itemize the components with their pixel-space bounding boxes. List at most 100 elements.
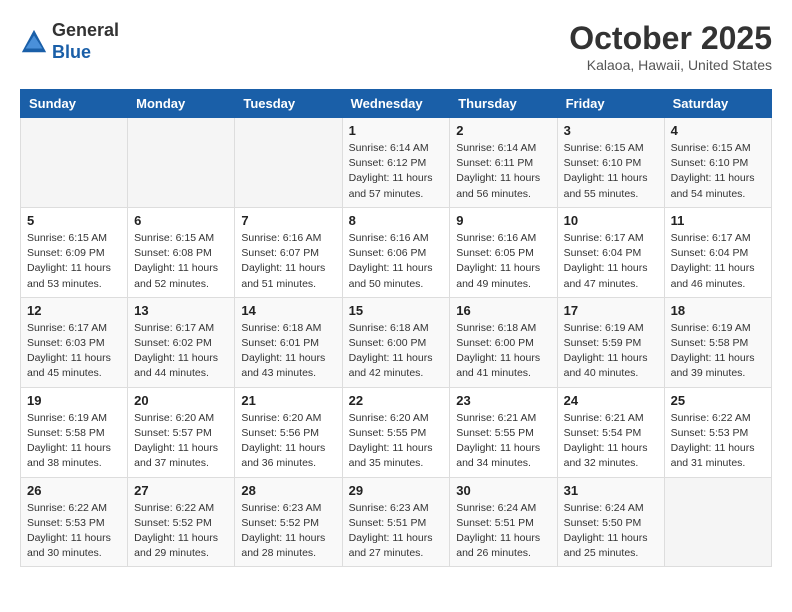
day-number: 22 [349,393,444,408]
day-info: Sunrise: 6:22 AM Sunset: 5:52 PM Dayligh… [134,501,228,562]
day-info: Sunrise: 6:18 AM Sunset: 6:00 PM Dayligh… [456,321,550,382]
day-number: 29 [349,483,444,498]
day-info: Sunrise: 6:24 AM Sunset: 5:51 PM Dayligh… [456,501,550,562]
calendar-day-cell: 27 Sunrise: 6:22 AM Sunset: 5:52 PM Dayli… [128,477,235,567]
calendar-day-cell: 12 Sunrise: 6:17 AM Sunset: 6:03 PM Dayli… [21,297,128,387]
day-info: Sunrise: 6:17 AM Sunset: 6:03 PM Dayligh… [27,321,121,382]
day-number: 21 [241,393,335,408]
calendar-day-cell [235,118,342,208]
day-info: Sunrise: 6:17 AM Sunset: 6:04 PM Dayligh… [671,231,765,292]
day-info: Sunrise: 6:16 AM Sunset: 6:05 PM Dayligh… [456,231,550,292]
day-number: 25 [671,393,765,408]
day-number: 7 [241,213,335,228]
day-info: Sunrise: 6:20 AM Sunset: 5:56 PM Dayligh… [241,411,335,472]
calendar-week-row: 1Sunrise: 6:14 AM Sunset: 6:12 PM Daylig… [21,118,772,208]
calendar-day-cell [21,118,128,208]
day-number: 19 [27,393,121,408]
day-number: 2 [456,123,550,138]
day-number: 26 [27,483,121,498]
day-info: Sunrise: 6:19 AM Sunset: 5:58 PM Dayligh… [671,321,765,382]
day-info: Sunrise: 6:22 AM Sunset: 5:53 PM Dayligh… [27,501,121,562]
day-info: Sunrise: 6:18 AM Sunset: 6:00 PM Dayligh… [349,321,444,382]
day-number: 5 [27,213,121,228]
day-number: 14 [241,303,335,318]
title-block: October 2025 Kalaoa, Hawaii, United Stat… [569,20,772,73]
calendar-day-cell: 24 Sunrise: 6:21 AM Sunset: 5:54 PM Dayli… [557,387,664,477]
day-info: Sunrise: 6:23 AM Sunset: 5:52 PM Dayligh… [241,501,335,562]
location-text: Kalaoa, Hawaii, United States [569,57,772,73]
day-number: 30 [456,483,550,498]
day-number: 18 [671,303,765,318]
calendar-day-cell: 8 Sunrise: 6:16 AM Sunset: 6:06 PM Daylig… [342,207,450,297]
day-number: 23 [456,393,550,408]
day-number: 11 [671,213,765,228]
day-number: 13 [134,303,228,318]
calendar-day-cell: 1Sunrise: 6:14 AM Sunset: 6:12 PM Daylig… [342,118,450,208]
weekday-header: Monday [128,90,235,118]
calendar-table: SundayMondayTuesdayWednesdayThursdayFrid… [20,89,772,567]
day-number: 31 [564,483,658,498]
day-number: 3 [564,123,658,138]
page-header: General Blue October 2025 Kalaoa, Hawaii… [20,20,772,73]
calendar-day-cell: 18 Sunrise: 6:19 AM Sunset: 5:58 PM Dayli… [664,297,771,387]
day-number: 1 [349,123,444,138]
weekday-header: Sunday [21,90,128,118]
calendar-day-cell: 16Sunrise: 6:18 AM Sunset: 6:00 PM Dayli… [450,297,557,387]
day-info: Sunrise: 6:24 AM Sunset: 5:50 PM Dayligh… [564,501,658,562]
calendar-day-cell: 10 Sunrise: 6:17 AM Sunset: 6:04 PM Dayli… [557,207,664,297]
calendar-day-cell: 17 Sunrise: 6:19 AM Sunset: 5:59 PM Dayli… [557,297,664,387]
calendar-day-cell: 13Sunrise: 6:17 AM Sunset: 6:02 PM Dayli… [128,297,235,387]
calendar-week-row: 5 Sunrise: 6:15 AM Sunset: 6:09 PM Daylig… [21,207,772,297]
calendar-day-cell [664,477,771,567]
weekday-header-row: SundayMondayTuesdayWednesdayThursdayFrid… [21,90,772,118]
calendar-day-cell: 25 Sunrise: 6:22 AM Sunset: 5:53 PM Dayli… [664,387,771,477]
calendar-day-cell: 22 Sunrise: 6:20 AM Sunset: 5:55 PM Dayli… [342,387,450,477]
day-info: Sunrise: 6:19 AM Sunset: 5:58 PM Dayligh… [27,411,121,472]
weekday-header: Friday [557,90,664,118]
calendar-day-cell: 14 Sunrise: 6:18 AM Sunset: 6:01 PM Dayli… [235,297,342,387]
weekday-header: Saturday [664,90,771,118]
day-info: Sunrise: 6:15 AM Sunset: 6:09 PM Dayligh… [27,231,121,292]
calendar-day-cell: 4Sunrise: 6:15 AM Sunset: 6:10 PM Daylig… [664,118,771,208]
day-info: Sunrise: 6:18 AM Sunset: 6:01 PM Dayligh… [241,321,335,382]
calendar-day-cell: 31 Sunrise: 6:24 AM Sunset: 5:50 PM Dayli… [557,477,664,567]
day-number: 20 [134,393,228,408]
day-info: Sunrise: 6:15 AM Sunset: 6:10 PM Dayligh… [671,141,765,202]
weekday-header: Thursday [450,90,557,118]
weekday-header: Tuesday [235,90,342,118]
calendar-week-row: 12 Sunrise: 6:17 AM Sunset: 6:03 PM Dayli… [21,297,772,387]
day-info: Sunrise: 6:16 AM Sunset: 6:06 PM Dayligh… [349,231,444,292]
month-title: October 2025 [569,20,772,57]
day-info: Sunrise: 6:23 AM Sunset: 5:51 PM Dayligh… [349,501,444,562]
day-number: 12 [27,303,121,318]
calendar-day-cell: 29 Sunrise: 6:23 AM Sunset: 5:51 PM Dayli… [342,477,450,567]
weekday-header: Wednesday [342,90,450,118]
day-info: Sunrise: 6:16 AM Sunset: 6:07 PM Dayligh… [241,231,335,292]
calendar-day-cell [128,118,235,208]
calendar-day-cell: 6 Sunrise: 6:15 AM Sunset: 6:08 PM Daylig… [128,207,235,297]
day-info: Sunrise: 6:21 AM Sunset: 5:54 PM Dayligh… [564,411,658,472]
calendar-day-cell: 7 Sunrise: 6:16 AM Sunset: 6:07 PM Daylig… [235,207,342,297]
logo-general-text: General [52,20,119,40]
day-info: Sunrise: 6:20 AM Sunset: 5:57 PM Dayligh… [134,411,228,472]
day-info: Sunrise: 6:22 AM Sunset: 5:53 PM Dayligh… [671,411,765,472]
day-number: 27 [134,483,228,498]
calendar-day-cell: 9Sunrise: 6:16 AM Sunset: 6:05 PM Daylig… [450,207,557,297]
day-number: 24 [564,393,658,408]
day-info: Sunrise: 6:20 AM Sunset: 5:55 PM Dayligh… [349,411,444,472]
logo-blue-text: Blue [52,42,91,62]
day-info: Sunrise: 6:15 AM Sunset: 6:08 PM Dayligh… [134,231,228,292]
calendar-day-cell: 11 Sunrise: 6:17 AM Sunset: 6:04 PM Dayli… [664,207,771,297]
calendar-day-cell: 19 Sunrise: 6:19 AM Sunset: 5:58 PM Dayli… [21,387,128,477]
calendar-day-cell: 3 Sunrise: 6:15 AM Sunset: 6:10 PM Daylig… [557,118,664,208]
day-info: Sunrise: 6:15 AM Sunset: 6:10 PM Dayligh… [564,141,658,202]
day-info: Sunrise: 6:17 AM Sunset: 6:04 PM Dayligh… [564,231,658,292]
day-number: 6 [134,213,228,228]
day-info: Sunrise: 6:19 AM Sunset: 5:59 PM Dayligh… [564,321,658,382]
calendar-day-cell: 26 Sunrise: 6:22 AM Sunset: 5:53 PM Dayli… [21,477,128,567]
day-number: 17 [564,303,658,318]
day-info: Sunrise: 6:21 AM Sunset: 5:55 PM Dayligh… [456,411,550,472]
day-number: 28 [241,483,335,498]
day-number: 10 [564,213,658,228]
day-number: 8 [349,213,444,228]
